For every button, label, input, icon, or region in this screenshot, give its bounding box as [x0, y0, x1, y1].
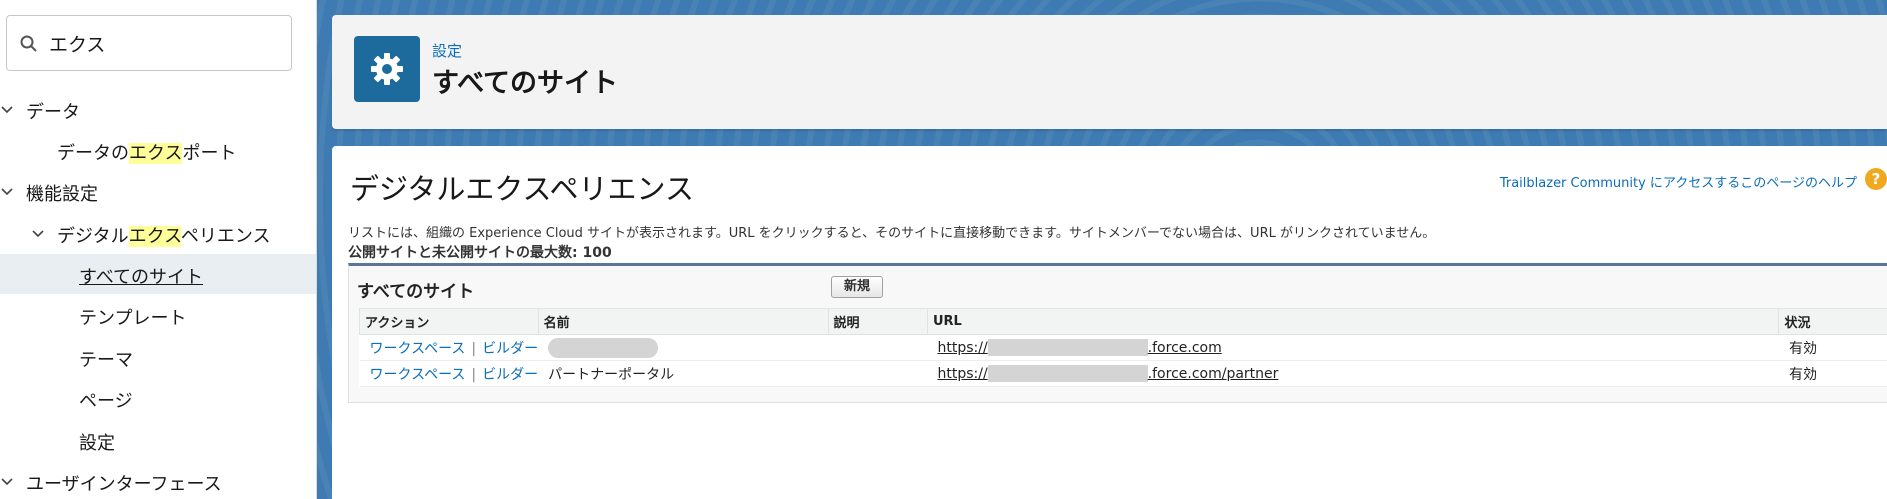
- help-link[interactable]: Trailblazer Community にアクセスするこのページのヘルプ: [1500, 172, 1857, 191]
- separator: |: [471, 366, 477, 383]
- setup-sidebar: エクス データ データのエクスポート 機能設定 デジタルエクスペリエンス すべて…: [0, 0, 317, 499]
- gear-icon: [371, 53, 403, 85]
- max-sites-text: 公開サイトと未公開サイトの最大数: 100: [348, 245, 612, 261]
- list-title: すべてのサイト: [357, 282, 475, 302]
- workspace-link[interactable]: ワークスペース: [370, 367, 466, 383]
- search-icon: [20, 35, 37, 52]
- tree-item-label: 設定: [79, 433, 115, 454]
- tree-item-label: ページ: [79, 391, 133, 412]
- status-cell: 有効: [1778, 360, 1887, 387]
- tree-item-pages[interactable]: ページ: [0, 378, 316, 418]
- page-title: すべてのサイト: [432, 68, 619, 99]
- tree-item-data-export[interactable]: データのエクスポート: [0, 130, 316, 170]
- tree-item-data[interactable]: データ: [0, 89, 316, 129]
- tree-item-label: ユーザインターフェース: [26, 474, 222, 495]
- column-header-url[interactable]: URL: [926, 308, 1780, 335]
- chevron-down-icon: [32, 230, 44, 238]
- tree-item-label: 機能設定: [26, 184, 98, 205]
- action-cell: ワークスペース | ビルダー: [359, 360, 539, 387]
- column-header-status[interactable]: 状況: [1778, 308, 1887, 335]
- table-header-row: アクション 名前 説明 URL 状況: [359, 308, 1887, 335]
- redacted-url: [987, 365, 1148, 382]
- action-cell: ワークスペース | ビルダー: [359, 334, 539, 361]
- tree-item-label: デジタルエクスペリエンス: [57, 226, 271, 247]
- description-cell: [828, 334, 928, 361]
- redacted-name: [548, 337, 659, 358]
- chevron-down-icon: [1, 188, 13, 196]
- table-row: ワークスペース | ビルダー https://.force.com 有効: [359, 334, 1887, 361]
- chevron-down-icon: [1, 106, 13, 114]
- tree-item-label: テンプレート: [79, 308, 187, 329]
- builder-link[interactable]: ビルダー: [482, 367, 538, 383]
- breadcrumb[interactable]: 設定: [432, 40, 462, 61]
- name-cell: パートナーポータル: [538, 360, 829, 387]
- url-cell[interactable]: https://.force.com/partner: [927, 360, 1779, 387]
- tree-item-user-interface[interactable]: ユーザインターフェース: [0, 461, 316, 499]
- name-cell: [538, 334, 829, 361]
- sites-table: アクション 名前 説明 URL 状況 ワークスペース | ビルダー https://…: [359, 308, 1887, 387]
- workspace-link[interactable]: ワークスペース: [370, 341, 466, 357]
- tree-item-label: テーマ: [79, 350, 133, 371]
- tree-item-all-sites[interactable]: すべてのサイト: [0, 254, 316, 294]
- quick-find-input[interactable]: エクス: [6, 15, 292, 71]
- tree-item-label: すべてのサイト: [79, 267, 204, 288]
- tree-item-label: データ: [26, 102, 80, 123]
- tree-item-feature-settings[interactable]: 機能設定: [0, 171, 316, 211]
- chevron-down-icon: [1, 478, 13, 486]
- tree-item-templates[interactable]: テンプレート: [0, 295, 316, 335]
- tree-item-themes[interactable]: テーマ: [0, 337, 316, 377]
- column-header-description[interactable]: 説明: [827, 308, 928, 335]
- content-card: デジタルエクスペリエンス Trailblazer Community にアクセス…: [332, 146, 1887, 499]
- setup-icon-tile: [354, 36, 420, 102]
- url-cell[interactable]: https://.force.com: [927, 334, 1779, 361]
- help-icon[interactable]: ?: [1865, 168, 1887, 190]
- quick-find-value: エクス: [49, 34, 106, 56]
- builder-link[interactable]: ビルダー: [482, 341, 538, 357]
- description-cell: [828, 360, 928, 387]
- status-cell: 有効: [1778, 334, 1887, 361]
- new-site-button[interactable]: 新規: [831, 276, 883, 298]
- separator: |: [471, 340, 477, 357]
- redacted-url: [987, 339, 1148, 356]
- table-row: ワークスペース | ビルダー パートナーポータル https://.force.co…: [359, 360, 1887, 387]
- tree-item-digital-experience[interactable]: デジタルエクスペリエンス: [0, 213, 316, 253]
- page-header: 設定 すべてのサイト: [332, 15, 1887, 129]
- tree-item-label: データのエクスポート: [57, 143, 237, 164]
- column-header-name[interactable]: 名前: [537, 308, 829, 335]
- tree-item-settings[interactable]: 設定: [0, 420, 316, 460]
- sites-list-panel: すべてのサイト 新規 アクション 名前 説明 URL 状況 ワークスペース | ビル…: [348, 263, 1887, 403]
- description-text: リストには、組織の Experience Cloud サイトが表示されます。UR…: [348, 226, 1436, 241]
- column-header-action: アクション: [359, 308, 539, 335]
- section-title: デジタルエクスペリエンス: [350, 172, 694, 206]
